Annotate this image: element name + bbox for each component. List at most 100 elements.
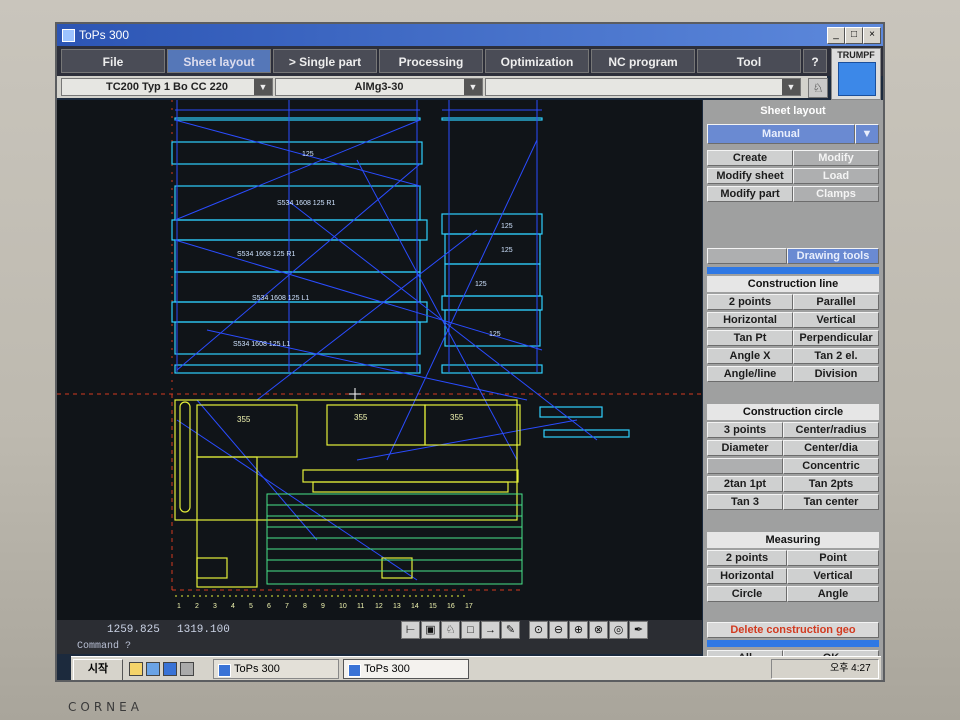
help-icon[interactable]: ♘ (808, 78, 828, 98)
part-outline (171, 219, 428, 241)
frame-icon[interactable]: □ (461, 621, 480, 639)
circle-3-points-button[interactable]: 3 points (707, 422, 783, 438)
menu-help[interactable]: ? (803, 49, 827, 73)
measure-horizontal-button[interactable]: Horizontal (707, 568, 787, 584)
start-button[interactable]: 시작 (73, 659, 123, 680)
taskbar: 시작 ToPs 300 ToPs 300 오후 4:27 (71, 656, 881, 680)
printer-icon[interactable] (180, 662, 194, 676)
zoom-window-icon[interactable]: ⊗ (589, 621, 608, 639)
line-angle-x-button[interactable]: Angle X (707, 348, 793, 364)
circle-concentric-button[interactable]: Concentric (783, 458, 879, 474)
drawing-tools-button[interactable]: Drawing tools (787, 248, 879, 264)
modify-part-button[interactable]: Modify part (707, 186, 793, 202)
drawing-canvas[interactable]: 125 S534 1608 125 R1 S534 1608 125 R1 S5… (57, 100, 702, 620)
circle-tan-center-button[interactable]: Tan center (783, 494, 879, 510)
chevron-down-icon[interactable]: ▼ (782, 79, 800, 95)
zoom-in-icon[interactable]: ⊕ (569, 621, 588, 639)
modify-button[interactable]: Modify (793, 150, 879, 166)
taskbar-item-tops-2[interactable]: ToPs 300 (343, 659, 469, 679)
create-button[interactable]: Create (707, 150, 793, 166)
clock: 오후 4:27 (830, 663, 871, 674)
line-tan-2-el-button[interactable]: Tan 2 el. (793, 348, 879, 364)
circle-tan-3-button[interactable]: Tan 3 (707, 494, 783, 510)
construction-line (356, 419, 578, 461)
close-button[interactable]: × (863, 27, 881, 44)
mode-select[interactable]: Manual (707, 124, 855, 144)
menu-optimization[interactable]: Optimization (485, 49, 589, 73)
maximize-button[interactable]: □ (845, 27, 863, 44)
menu-tool[interactable]: Tool (697, 49, 801, 73)
circle-empty-button[interactable] (707, 458, 783, 474)
delete-construction-geo-button[interactable]: Delete construction geo (707, 622, 879, 638)
part-label: 125 (501, 247, 513, 254)
lower-part-labels: 355 355 355 (237, 413, 464, 424)
ruler-tick-label: 4 (231, 603, 235, 610)
line-2-points-button[interactable]: 2 points (707, 294, 793, 310)
trumpf-logo: TRUMPF (831, 48, 881, 100)
circle-tan-2pts-button[interactable]: Tan 2pts (783, 476, 879, 492)
layout-icon[interactable]: ▣ (421, 621, 440, 639)
part-label: S534 1608 125 R1 (277, 200, 335, 207)
circle-diameter-button[interactable]: Diameter (707, 440, 783, 456)
measure-2-points-button[interactable]: 2 points (707, 550, 787, 566)
circle-center-dia-button[interactable]: Center/dia (783, 440, 879, 456)
load-button[interactable]: Load (793, 168, 879, 184)
third-select[interactable]: ▼ (485, 78, 801, 96)
chevron-down-icon[interactable]: ▼ (464, 79, 482, 95)
line-horizontal-button[interactable]: Horizontal (707, 312, 793, 328)
ruler-tick-label: 11 (357, 603, 364, 610)
material-select[interactable]: AlMg3-30 ▼ (275, 78, 483, 96)
menu-processing[interactable]: Processing (379, 49, 483, 73)
line-vertical-button[interactable]: Vertical (793, 312, 879, 328)
empty-tool-button[interactable] (707, 248, 787, 264)
selector-row: TC200 Typ 1 Bo CC 220 ▼ AlMg3-30 ▼ ▼ (57, 76, 827, 98)
upper-part-group (171, 117, 630, 438)
panel-divider (707, 267, 879, 274)
explorer-icon[interactable] (146, 662, 160, 676)
zoom-all-icon[interactable]: ◎ (609, 621, 628, 639)
zoom-icon[interactable]: ⊙ (529, 621, 548, 639)
app-icon[interactable] (163, 662, 177, 676)
line-parallel-button[interactable]: Parallel (793, 294, 879, 310)
material-select-value: AlMg3-30 (354, 81, 404, 93)
part-outline (543, 429, 630, 438)
part-label: 125 (475, 281, 487, 288)
menu-nc-program[interactable]: NC program (591, 49, 695, 73)
line-angle-line-button[interactable]: Angle/line (707, 366, 793, 382)
notepad-icon[interactable] (129, 662, 143, 676)
window-title: ToPs 300 (79, 28, 130, 42)
taskbar-item-label: ToPs 300 (364, 663, 410, 675)
menu-file[interactable]: File (61, 49, 165, 73)
pen-icon[interactable]: ✒ (629, 621, 648, 639)
dimension-icon[interactable]: ⊢ (401, 621, 420, 639)
zoom-out-icon[interactable]: ⊖ (549, 621, 568, 639)
menu-sheet-layout[interactable]: Sheet layout (167, 49, 271, 73)
arrow-to-line-icon[interactable]: → (481, 621, 500, 639)
part-icon[interactable]: ♘ (441, 621, 460, 639)
wrench-icon[interactable]: ✎ (501, 621, 520, 639)
taskbar-item-tops-1[interactable]: ToPs 300 (213, 659, 339, 679)
menu-single-part[interactable]: > Single part (273, 49, 377, 73)
modify-sheet-button[interactable]: Modify sheet (707, 168, 793, 184)
circle-2tan-1pt-button[interactable]: 2tan 1pt (707, 476, 783, 492)
line-division-button[interactable]: Division (793, 366, 879, 382)
machine-select[interactable]: TC200 Typ 1 Bo CC 220 ▼ (61, 78, 273, 96)
measure-point-button[interactable]: Point (787, 550, 879, 566)
measuring-heading: Measuring (707, 532, 879, 548)
construction-line-heading: Construction line (707, 276, 879, 292)
measure-vertical-button[interactable]: Vertical (787, 568, 879, 584)
construction-line (174, 119, 421, 187)
strip-parts (266, 493, 523, 585)
ruler-tick-label: 1 (177, 603, 181, 610)
monitor-brand: CORNEA (68, 700, 143, 714)
line-tan-pt-button[interactable]: Tan Pt (707, 330, 793, 346)
measure-circle-button[interactable]: Circle (707, 586, 787, 602)
line-perpendicular-button[interactable]: Perpendicular (793, 330, 879, 346)
minimize-button[interactable]: _ (827, 27, 845, 44)
measure-angle-button[interactable]: Angle (787, 586, 879, 602)
panel-divider (707, 640, 879, 647)
chevron-down-icon[interactable]: ▼ (855, 124, 879, 144)
clamps-button[interactable]: Clamps (793, 186, 879, 202)
chevron-down-icon[interactable]: ▼ (254, 79, 272, 95)
circle-center-radius-button[interactable]: Center/radius (783, 422, 879, 438)
